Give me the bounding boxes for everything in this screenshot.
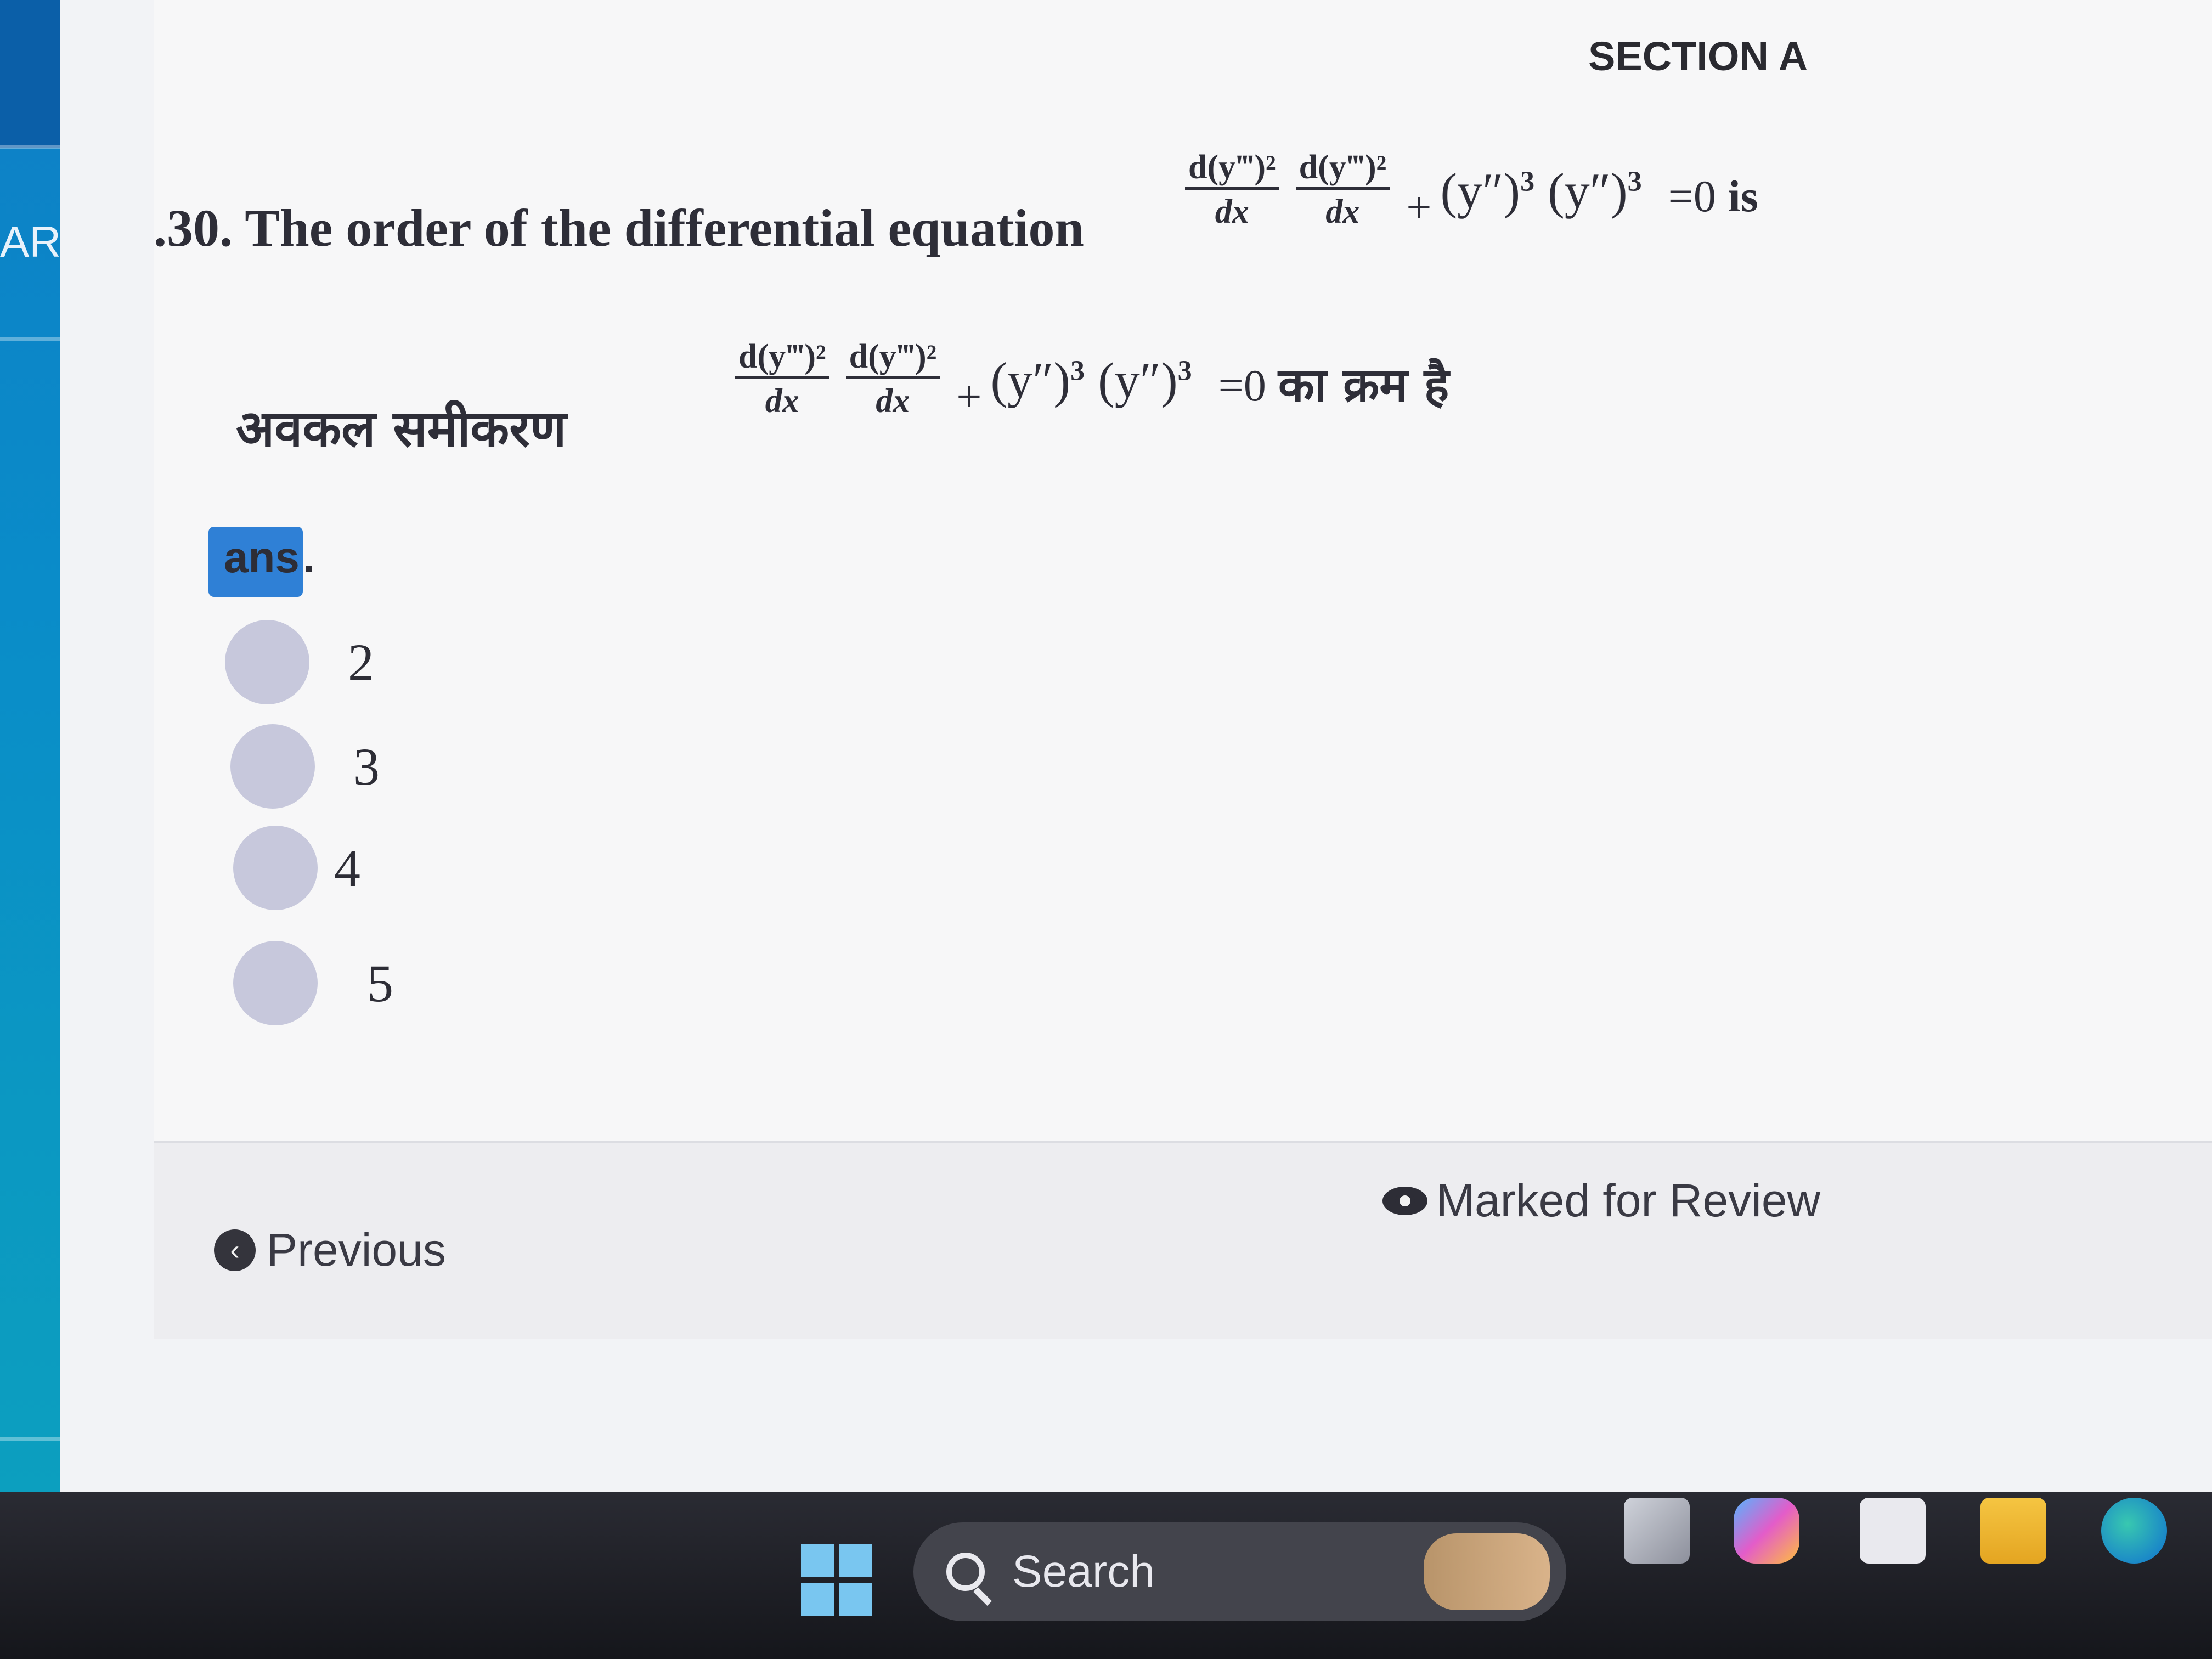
sidebar-top-band [0, 0, 60, 148]
power-exponent: 3 [1627, 166, 1642, 198]
question-text: .30. The order of the differential equat… [154, 199, 1084, 257]
windows-logo-pane [839, 1544, 872, 1577]
fraction-numerator: d(y‴)² [735, 337, 830, 380]
plus-sign: + [1406, 182, 1432, 233]
marked-for-review-label: Marked for Review [1436, 1175, 1821, 1226]
taskbar-search[interactable]: Search [913, 1522, 1566, 1621]
fraction-denominator: dx [765, 382, 799, 420]
power-base: (y″) [1440, 163, 1521, 219]
chevron-left-icon: ‹ [214, 1229, 256, 1271]
fraction: d(y‴)² dx [1185, 148, 1279, 234]
option-radio[interactable] [230, 724, 315, 809]
sidebar-divider [0, 145, 60, 149]
question-area [154, 0, 2212, 1141]
question-equation-hi: d(y‴)² dx d(y‴)² dx + (y″)3 (y″)3 =0 का … [735, 337, 1449, 424]
power-term: (y″)3 [1098, 351, 1192, 409]
copilot-icon[interactable] [1734, 1498, 1799, 1564]
question-equation-en: d(y‴)² dx d(y‴)² dx + (y″)3 (y″)3 =0 is [1185, 148, 1758, 234]
power-exponent: 3 [1520, 166, 1535, 198]
fraction-numerator: d(y‴)² [845, 337, 940, 380]
power-term: (y″)3 [1440, 162, 1534, 220]
power-exponent: 3 [1070, 355, 1085, 387]
search-highlight-image [1424, 1533, 1550, 1610]
power-base: (y″) [1098, 352, 1178, 409]
power-term: (y″)3 [1548, 162, 1642, 220]
fraction-denominator: dx [876, 382, 910, 420]
equals-zero: =0 [1218, 360, 1266, 411]
windows-logo-pane [839, 1583, 872, 1616]
question-footer [154, 1141, 2212, 1339]
question-suffix-hi: का क्रम है [1278, 357, 1449, 413]
fraction: d(y‴)² dx [735, 337, 830, 424]
file-explorer-icon[interactable] [1980, 1498, 2046, 1564]
left-sidebar: AR [0, 0, 61, 1492]
power-base: (y″) [990, 352, 1071, 409]
question-suffix-en: is [1728, 171, 1758, 222]
windows-logo-pane [801, 1583, 834, 1616]
option-label: 4 [334, 838, 360, 898]
power-exponent: 3 [1177, 355, 1192, 387]
fraction-denominator: dx [1215, 193, 1249, 231]
answer-label: ans. [208, 527, 315, 597]
search-label: Search [1012, 1547, 1155, 1596]
fraction-denominator: dx [1325, 193, 1360, 231]
plus-sign: + [956, 371, 982, 422]
option-2[interactable]: 2 [225, 620, 374, 704]
previous-label: Previous [267, 1224, 446, 1276]
option-radio[interactable] [233, 941, 318, 1025]
option-5[interactable]: 5 [233, 941, 393, 1025]
previous-button[interactable]: ‹ Previous [214, 1223, 446, 1277]
answer-label-highlight: ans [208, 527, 303, 597]
option-label: 3 [353, 737, 380, 796]
answer-label-dot: . [302, 533, 315, 582]
option-3[interactable]: 3 [230, 724, 380, 809]
windows-logo-pane [801, 1544, 834, 1577]
eye-icon [1383, 1186, 1427, 1215]
option-4[interactable]: 4 [233, 826, 360, 910]
fraction-numerator: d(y‴)² [1185, 148, 1279, 190]
sidebar-label[interactable]: AR [0, 217, 61, 267]
option-label: 2 [348, 633, 374, 692]
fraction: d(y‴)² dx [1295, 148, 1390, 234]
option-radio[interactable] [233, 826, 318, 910]
power-base: (y″) [1548, 163, 1628, 219]
windows-start-icon[interactable] [801, 1544, 872, 1616]
section-title: SECTION A [1588, 33, 1808, 79]
sidebar-divider [0, 337, 60, 341]
edge-browser-icon[interactable] [2101, 1498, 2167, 1564]
power-term: (y″)3 [990, 351, 1085, 409]
store-icon[interactable] [1860, 1498, 1926, 1564]
fraction-numerator: d(y‴)² [1295, 148, 1390, 190]
fraction: d(y‴)² dx [845, 337, 940, 424]
option-radio[interactable] [225, 620, 309, 704]
equals-zero: =0 [1668, 171, 1716, 222]
sidebar-divider [0, 1437, 60, 1441]
option-label: 5 [367, 953, 393, 1013]
search-icon [946, 1553, 985, 1591]
task-view-icon[interactable] [1624, 1498, 1690, 1564]
question-text-hindi: अवकल समीकरण [236, 399, 567, 458]
marked-for-review-button[interactable]: Marked for Review [1383, 1174, 1820, 1227]
